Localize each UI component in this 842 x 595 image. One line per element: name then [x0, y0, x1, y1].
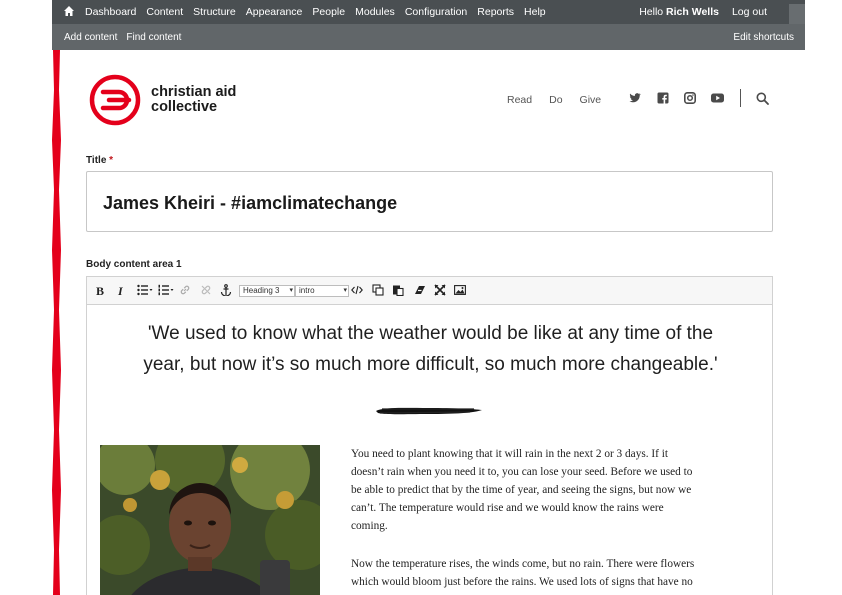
quote-line-2: year, but now it’s so much more difficul…	[143, 354, 718, 375]
anchor-icon[interactable]	[220, 284, 232, 296]
youtube-icon[interactable]	[711, 92, 724, 104]
text-line: can’t. The temperature would rise and we…	[351, 502, 664, 514]
admin-menu: Dashboard Content Structure Appearance P…	[85, 0, 546, 24]
menu-item-modules[interactable]: Modules	[355, 6, 395, 18]
menu-item-content[interactable]: Content	[146, 6, 183, 18]
title-input[interactable]: James Kheiri - #iamclimatechange	[86, 171, 773, 232]
italic-button[interactable]: I	[118, 284, 123, 298]
logout-link[interactable]: Log out	[732, 6, 767, 18]
link-icon[interactable]	[179, 284, 191, 296]
menu-item-help[interactable]: Help	[524, 6, 546, 18]
instagram-icon[interactable]	[684, 92, 696, 104]
home-icon[interactable]	[64, 5, 74, 17]
intro-quote[interactable]: 'We used to know what the weather would …	[87, 318, 772, 380]
menu-item-dashboard[interactable]: Dashboard	[85, 6, 136, 18]
shortcut-find-content[interactable]: Find content	[126, 32, 181, 43]
style-select[interactable]: intro ▾	[295, 285, 349, 297]
text-line: be able to predict that by the time of y…	[351, 484, 692, 496]
admin-toolbar: Dashboard Content Structure Appearance P…	[52, 0, 805, 24]
body-paragraph-1[interactable]: You need to plant knowing that it will r…	[351, 445, 761, 535]
logo-line-2: collective	[151, 99, 218, 115]
logo-line-1: christian aid	[151, 84, 237, 100]
user-name: Rich Wells	[666, 6, 719, 18]
greeting-text: Hello	[639, 6, 664, 18]
nav-read[interactable]: Read	[507, 94, 532, 106]
site-logo-icon[interactable]	[89, 73, 141, 127]
quote-line-1: 'We used to know what the weather would …	[147, 323, 714, 344]
site-logo-text[interactable]: christian aid collective	[151, 85, 236, 115]
bulleted-list-icon[interactable]	[137, 284, 153, 296]
paste-icon[interactable]	[392, 284, 404, 296]
unlink-icon[interactable]	[200, 284, 212, 296]
red-brush-edge	[52, 50, 61, 595]
style-select-value: intro	[299, 286, 315, 295]
remove-format-icon[interactable]	[414, 284, 426, 296]
header-divider	[740, 89, 741, 107]
body-editor[interactable]: B I Heading 3 ▾ intro ▾ 'We used to know…	[86, 276, 773, 595]
title-input-value: James Kheiri - #iamclimatechange	[103, 193, 398, 213]
nav-give[interactable]: Give	[580, 94, 602, 106]
user-greeting[interactable]: Hello Rich Wells	[639, 6, 719, 18]
edit-shortcuts-link[interactable]: Edit shortcuts	[733, 24, 794, 50]
chevron-down-icon: ▾	[343, 287, 347, 294]
shortcut-add-content[interactable]: Add content	[64, 32, 117, 43]
numbered-list-icon[interactable]	[158, 284, 174, 296]
text-line: Now the temperature rises, the winds com…	[351, 558, 695, 570]
maximize-icon[interactable]	[434, 284, 446, 296]
title-label: Title *	[86, 155, 113, 166]
format-select[interactable]: Heading 3 ▾	[239, 285, 295, 297]
menu-item-structure[interactable]: Structure	[193, 6, 236, 18]
facebook-icon[interactable]	[657, 92, 669, 104]
text-line: You need to plant knowing that it will r…	[351, 448, 669, 460]
text-line: doesn’t rain when you need it to, you ca…	[351, 466, 693, 478]
site-nav: Read Do Give	[507, 94, 601, 106]
menu-item-reports[interactable]: Reports	[477, 6, 514, 18]
shortcuts-bar: Add content Find content Edit shortcuts	[52, 24, 805, 50]
user-area: Hello Rich Wells Log out	[639, 0, 767, 24]
menu-item-configuration[interactable]: Configuration	[405, 6, 467, 18]
chevron-down-icon: ▾	[289, 287, 293, 294]
body-paragraph-2[interactable]: Now the temperature rises, the winds com…	[351, 555, 761, 591]
body-label: Body content area 1	[86, 259, 182, 270]
scroll-tab[interactable]	[789, 4, 805, 24]
copy-icon[interactable]	[372, 284, 384, 296]
text-line: which would bloom just before the rains.…	[351, 576, 693, 588]
menu-item-appearance[interactable]: Appearance	[246, 6, 303, 18]
bold-button[interactable]: B	[96, 284, 104, 298]
image-icon[interactable]	[454, 284, 466, 296]
menu-item-people[interactable]: People	[312, 6, 345, 18]
format-select-value: Heading 3	[243, 286, 280, 295]
nav-do[interactable]: Do	[549, 94, 562, 106]
portrait-photo[interactable]	[100, 445, 320, 595]
title-label-text: Title	[86, 155, 107, 166]
brush-divider	[376, 407, 482, 415]
text-line: coming.	[351, 520, 388, 532]
required-mark: *	[109, 155, 114, 166]
twitter-icon[interactable]	[629, 92, 641, 104]
source-code-icon[interactable]	[351, 284, 363, 296]
search-icon[interactable]	[756, 92, 769, 105]
editor-toolbar: B I Heading 3 ▾ intro ▾	[87, 277, 772, 305]
